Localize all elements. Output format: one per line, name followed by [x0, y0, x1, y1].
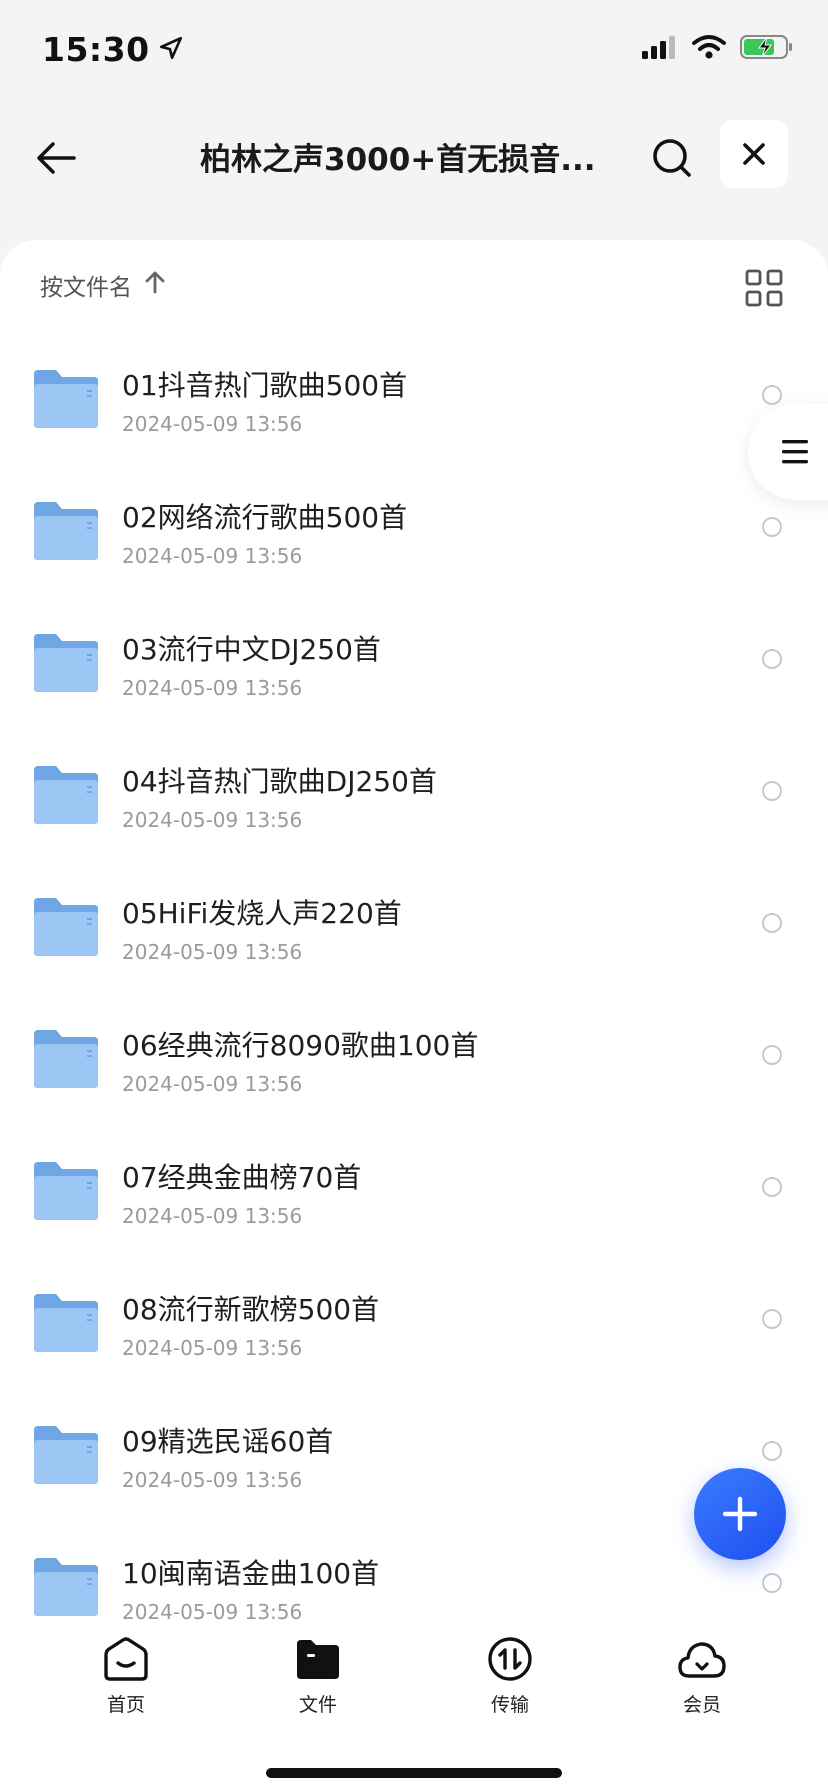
- status-bar: 15:30: [0, 0, 828, 100]
- folder-icon: [34, 1426, 98, 1484]
- tab-label: 传输: [490, 1694, 529, 1716]
- plus-icon: [722, 1496, 758, 1532]
- sort-control[interactable]: 按文件名: [40, 268, 166, 302]
- file-name: 01抖音热门歌曲500首: [122, 369, 408, 402]
- home-icon: [104, 1637, 148, 1681]
- file-browser-panel: 按文件名 01抖音热门歌曲500首 2024-05-09 13:56 02网络流…: [0, 240, 828, 1792]
- grid-view-button[interactable]: [744, 268, 784, 308]
- file-name: 02网络流行歌曲500首: [122, 501, 408, 534]
- folder-icon: [34, 502, 98, 560]
- select-radio[interactable]: [762, 1573, 782, 1593]
- back-button[interactable]: [28, 130, 84, 186]
- sort-ascending-arrow-icon: [144, 270, 166, 300]
- file-list-item[interactable]: 04抖音热门歌曲DJ250首 2024-05-09 13:56: [0, 726, 828, 858]
- file-list-item[interactable]: 08流行新歌榜500首 2024-05-09 13:56: [0, 1254, 828, 1386]
- select-radio[interactable]: [762, 1441, 782, 1461]
- status-time: 15:30: [42, 30, 184, 69]
- file-date: 2024-05-09 13:56: [122, 808, 303, 832]
- folder-icon: [34, 1030, 98, 1088]
- select-radio[interactable]: [762, 385, 782, 405]
- file-name: 09精选民谣60首: [122, 1425, 334, 1458]
- select-radio[interactable]: [762, 1177, 782, 1197]
- cellular-signal-icon: [642, 35, 678, 63]
- file-name: 07经典金曲榜70首: [122, 1161, 362, 1194]
- folder-icon: [34, 1558, 98, 1616]
- select-radio[interactable]: [762, 649, 782, 669]
- menu-icon: [782, 440, 808, 464]
- file-name: 06经典流行8090歌曲100首: [122, 1029, 479, 1062]
- file-list-item[interactable]: 05HiFi发烧人声220首 2024-05-09 13:56: [0, 858, 828, 990]
- location-arrow-icon: [158, 30, 184, 69]
- file-date: 2024-05-09 13:56: [122, 1468, 303, 1492]
- page-title: 柏林之声3000+首无损音...: [200, 142, 596, 178]
- select-radio[interactable]: [762, 1045, 782, 1065]
- file-list-item[interactable]: 07经典金曲榜70首 2024-05-09 13:56: [0, 1122, 828, 1254]
- folder-icon: [34, 766, 98, 824]
- close-icon: [743, 143, 765, 165]
- file-date: 2024-05-09 13:56: [122, 940, 303, 964]
- tab-label: 会员: [682, 1694, 721, 1716]
- folder-icon: [34, 898, 98, 956]
- transfer-icon: [488, 1637, 532, 1681]
- sort-label: 按文件名: [40, 275, 132, 301]
- select-radio[interactable]: [762, 913, 782, 933]
- home-indicator: [266, 1768, 562, 1778]
- file-list-item[interactable]: 06经典流行8090歌曲100首 2024-05-09 13:56: [0, 990, 828, 1122]
- folder-filled-icon: [297, 1640, 339, 1679]
- status-time-text: 15:30: [42, 30, 150, 69]
- file-name: 04抖音热门歌曲DJ250首: [122, 765, 437, 798]
- file-name: 10闽南语金曲100首: [122, 1557, 380, 1590]
- folder-icon: [34, 1294, 98, 1352]
- back-arrow-icon: [37, 142, 76, 174]
- header: 柏林之声3000+首无损音...: [0, 110, 828, 210]
- select-radio[interactable]: [762, 1309, 782, 1329]
- tab-transfer[interactable]: 传输: [450, 1630, 570, 1717]
- folder-icon: [34, 634, 98, 692]
- file-date: 2024-05-09 13:56: [122, 1072, 303, 1096]
- file-list-item[interactable]: 02网络流行歌曲500首 2024-05-09 13:56: [0, 462, 828, 594]
- battery-charging-icon: [740, 34, 794, 64]
- close-button[interactable]: [720, 120, 788, 188]
- file-date: 2024-05-09 13:56: [122, 1336, 303, 1360]
- file-list-item[interactable]: 03流行中文DJ250首 2024-05-09 13:56: [0, 594, 828, 726]
- tab-label: 文件: [298, 1694, 337, 1716]
- tab-membership[interactable]: 会员: [642, 1630, 762, 1717]
- file-date: 2024-05-09 13:56: [122, 412, 303, 436]
- file-name: 08流行新歌榜500首: [122, 1293, 380, 1326]
- folder-icon: [34, 1162, 98, 1220]
- file-name: 03流行中文DJ250首: [122, 633, 381, 666]
- wifi-icon: [692, 34, 726, 64]
- tab-files[interactable]: 文件: [258, 1630, 378, 1717]
- file-date: 2024-05-09 13:56: [122, 676, 303, 700]
- search-icon: [653, 139, 691, 177]
- select-radio[interactable]: [762, 781, 782, 801]
- grid-view-icon: [745, 269, 783, 307]
- file-name: 05HiFi发烧人声220首: [122, 897, 402, 930]
- cloud-icon: [678, 1642, 726, 1678]
- select-radio[interactable]: [762, 517, 782, 537]
- tab-label: 首页: [106, 1694, 145, 1716]
- file-date: 2024-05-09 13:56: [122, 1600, 303, 1620]
- folder-icon: [34, 370, 98, 428]
- tab-home[interactable]: 首页: [66, 1630, 186, 1717]
- status-icons: [642, 34, 794, 64]
- bottom-tab-bar: 首页 文件 传输 会员: [0, 1620, 828, 1792]
- search-button[interactable]: [644, 130, 700, 186]
- file-date: 2024-05-09 13:56: [122, 544, 303, 568]
- file-list-item[interactable]: 01抖音热门歌曲500首 2024-05-09 13:56: [0, 330, 828, 462]
- add-button[interactable]: [694, 1468, 786, 1560]
- file-date: 2024-05-09 13:56: [122, 1204, 303, 1228]
